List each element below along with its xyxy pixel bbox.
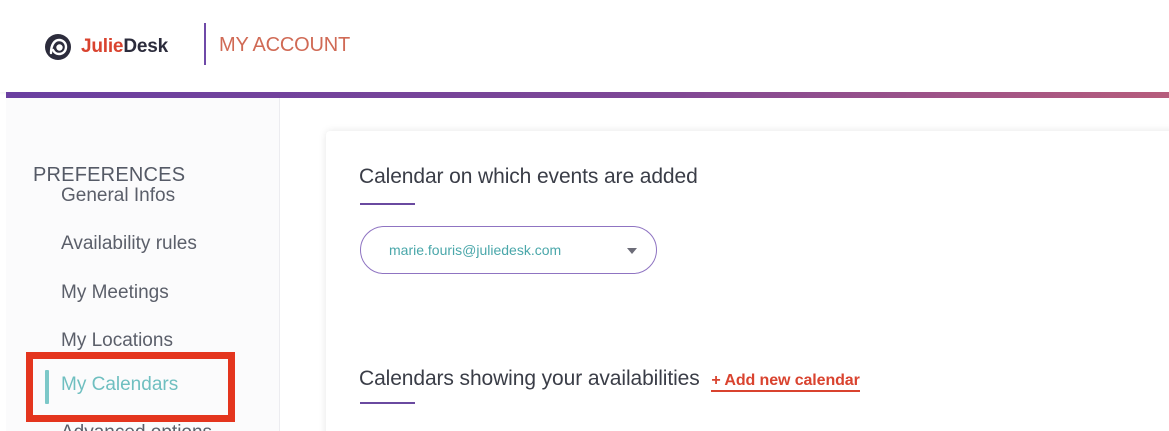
title-underline bbox=[360, 402, 415, 404]
title-underline bbox=[360, 203, 415, 205]
brand-name-part2: Desk bbox=[123, 36, 168, 57]
sidebar-item-availability-rules[interactable]: Availability rules bbox=[61, 232, 197, 256]
section-title-event-calendar: Calendar on which events are added bbox=[359, 165, 698, 188]
sidebar-item-my-locations[interactable]: My Locations bbox=[61, 329, 173, 353]
julie-desk-logo[interactable]: JulieDesk bbox=[44, 30, 168, 64]
header-divider bbox=[204, 23, 206, 65]
section-title-availability-calendars: Calendars showing your availabilities + … bbox=[359, 366, 860, 394]
add-new-calendar-link[interactable]: + Add new calendar bbox=[711, 372, 860, 392]
sidebar-item-my-meetings[interactable]: My Meetings bbox=[61, 281, 169, 305]
select-value: marie.fouris@juliedesk.com bbox=[389, 242, 562, 258]
section-title: MY ACCOUNT bbox=[219, 34, 350, 56]
highlight-box bbox=[26, 352, 235, 422]
top-bar: JulieDesk MY ACCOUNT bbox=[0, 0, 1169, 92]
sidebar-item-advanced-options[interactable]: Advanced options bbox=[61, 421, 212, 431]
caret-down-icon bbox=[627, 248, 637, 254]
calendars-card: Calendar on which events are added marie… bbox=[326, 131, 1169, 431]
event-calendar-select[interactable]: marie.fouris@juliedesk.com bbox=[360, 226, 657, 274]
julie-avatar-icon bbox=[45, 34, 71, 60]
sidebar-item-general-infos[interactable]: General Infos bbox=[61, 184, 175, 208]
brand-name: JulieDesk bbox=[81, 30, 168, 64]
availability-calendars-label: Calendars showing your availabilities bbox=[359, 367, 700, 390]
brand-name-part1: Julie bbox=[81, 36, 124, 57]
